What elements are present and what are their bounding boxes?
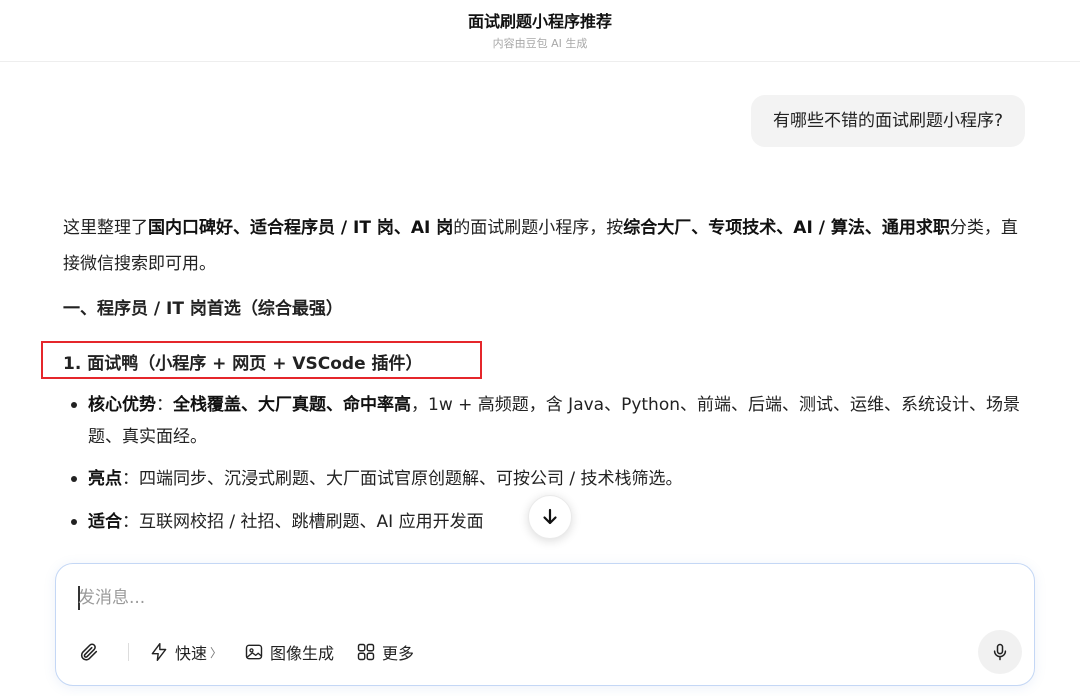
bullet-text: 四端同步、沉浸式刷题、大厂面试官原创题解、可按公司 / 技术栈筛选。 (139, 469, 683, 489)
assistant-answer: 这里整理了国内口碑好、适合程序员 / IT 岗、AI 岗的面试刷题小程序，按综合… (41, 210, 1023, 532)
paperclip-icon (80, 643, 98, 661)
more-button[interactable]: 更多 (356, 636, 414, 668)
bullet-label: 核心优势 (88, 395, 156, 415)
intro-text-2: 的面试刷题小程序，按 (453, 218, 624, 238)
bullet-label: 亮点 (88, 469, 122, 489)
chat-title: 面试刷题小程序推荐 (467, 12, 612, 31)
fast-mode-label: 快速 (175, 644, 208, 663)
bullet-label: 适合 (88, 512, 122, 532)
image-icon (245, 644, 263, 660)
ai-generated-note: 内容由豆包 AI 生成 (492, 37, 588, 50)
more-label: 更多 (382, 644, 415, 663)
grid-icon (357, 643, 375, 661)
item-heading: 1. 面试鸭（小程序 + 网页 + VSCode 插件） (63, 354, 423, 374)
message-input[interactable] (78, 584, 778, 612)
answer-intro: 这里整理了国内口碑好、适合程序员 / IT 岗、AI 岗的面试刷题小程序，按综合… (63, 210, 1023, 282)
intro-text-1: 这里整理了 (63, 218, 148, 238)
message-composer: 快速〉 图像生成 更多 (55, 563, 1035, 686)
list-item: 核心优势：全栈覆盖、大厂真题、命中率高，1w + 高频题，含 Java、Pyth… (63, 389, 1023, 463)
chat-header: 面试刷题小程序推荐 内容由豆包 AI 生成 (0, 0, 1080, 62)
chevron-right-icon: 〉 (210, 645, 223, 660)
bullet-sep: ： (122, 469, 139, 489)
intro-bold-1: 国内口碑好、适合程序员 / IT 岗、AI 岗 (148, 218, 454, 238)
bullet-bold: 全栈覆盖、大厂真题、命中率高 (173, 395, 411, 415)
image-generation-button[interactable]: 图像生成 (244, 636, 334, 668)
attach-button[interactable] (78, 636, 106, 668)
bullet-sep: ： (122, 512, 139, 532)
intro-bold-2: 综合大厂、专项技术、AI / 算法、通用求职 (623, 218, 950, 238)
image-generation-label: 图像生成 (270, 644, 335, 663)
composer-toolbar: 快速〉 图像生成 更多 (78, 636, 436, 668)
fast-mode-button[interactable]: 快速〉 (149, 636, 222, 668)
scroll-to-bottom-button[interactable] (528, 495, 572, 539)
toolbar-divider (128, 643, 129, 661)
bullet-sep: ： (156, 395, 173, 415)
lightning-icon (151, 642, 167, 662)
arrow-down-icon (543, 508, 557, 525)
section-heading: 一、程序员 / IT 岗首选（综合最强） (63, 299, 343, 319)
voice-input-button[interactable] (978, 630, 1022, 674)
bullet-text: 互联网校招 / 社招、跳槽刷题、AI 应用开发面 (139, 512, 484, 532)
user-message-bubble: 有哪些不错的面试刷题小程序? (750, 95, 1025, 147)
microphone-icon (993, 643, 1007, 661)
